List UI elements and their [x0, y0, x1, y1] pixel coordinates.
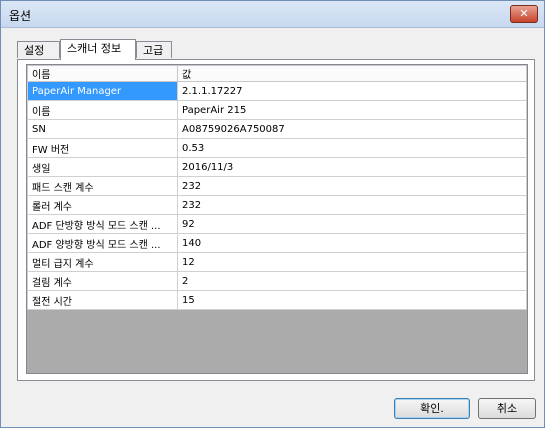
row-value-cell: 232 — [177, 176, 527, 196]
options-dialog: 옵션 ✕ 설정 스캐너 정보 고급 이름 값 PaperAir Manager 2… — [0, 0, 545, 428]
ok-button[interactable]: 확인. — [394, 398, 470, 419]
row-name-cell: 이름 — [27, 100, 178, 120]
cancel-button[interactable]: 취소 — [478, 398, 536, 419]
window-title: 옵션 — [9, 9, 32, 23]
table-row[interactable]: PaperAir Manager 2.1.1.17227 — [27, 81, 527, 101]
row-value-cell: 15 — [177, 290, 527, 310]
row-value-cell: 232 — [177, 195, 527, 215]
close-button[interactable]: ✕ — [510, 5, 538, 23]
table-row[interactable]: 이름 PaperAir 215 — [27, 100, 527, 120]
row-name-cell: 걸림 계수 — [27, 271, 178, 291]
table-row[interactable]: SN A08759026A750087 — [27, 119, 527, 139]
scanner-info-table[interactable]: 이름 값 PaperAir Manager 2.1.1.17227 이름 Paper… — [26, 64, 528, 374]
table-row[interactable]: 절전 시간 15 — [27, 290, 527, 310]
row-name-cell: 생일 — [27, 157, 178, 177]
table-row[interactable]: 롤러 계수 232 — [27, 195, 527, 215]
table-row[interactable]: 생일 2016/11/3 — [27, 157, 527, 177]
row-value-cell: 12 — [177, 252, 527, 272]
tab-scanner-info[interactable]: 스캐너 정보 — [60, 39, 136, 60]
tab-advanced[interactable]: 고급 — [136, 41, 172, 58]
table-row[interactable]: 패드 스캔 계수 232 — [27, 176, 527, 196]
column-header-name[interactable]: 이름 — [27, 65, 178, 82]
row-value-cell: 2016/11/3 — [177, 157, 527, 177]
row-name-cell: 롤러 계수 — [27, 195, 178, 215]
row-name-cell: 멀티 급지 계수 — [27, 252, 178, 272]
row-value-cell: 0.53 — [177, 138, 527, 158]
row-value-cell: A08759026A750087 — [177, 119, 527, 139]
row-name-cell: SN — [27, 119, 178, 139]
tab-panel-scanner-info: 이름 값 PaperAir Manager 2.1.1.17227 이름 Paper… — [17, 59, 535, 381]
close-icon: ✕ — [519, 7, 529, 20]
row-value-cell: 2 — [177, 271, 527, 291]
row-value-cell: 2.1.1.17227 — [177, 81, 527, 101]
row-name-cell: PaperAir Manager — [27, 81, 178, 101]
table-row[interactable]: ADF 단방향 방식 모드 스캔 ... 92 — [27, 214, 527, 234]
table-row[interactable]: 멀티 급지 계수 12 — [27, 252, 527, 272]
row-name-cell: 절전 시간 — [27, 290, 178, 310]
column-header-value[interactable]: 값 — [177, 65, 527, 82]
row-value-cell: 92 — [177, 214, 527, 234]
table-row[interactable]: FW 버전 0.53 — [27, 138, 527, 158]
table-row[interactable]: 걸림 계수 2 — [27, 271, 527, 291]
title-bar: 옵션 ✕ — [1, 1, 544, 28]
row-name-cell: ADF 양방향 방식 모드 스캔 ... — [27, 233, 178, 253]
row-name-cell: 패드 스캔 계수 — [27, 176, 178, 196]
table-row[interactable]: ADF 양방향 방식 모드 스캔 ... 140 — [27, 233, 527, 253]
row-value-cell: PaperAir 215 — [177, 100, 527, 120]
tab-settings[interactable]: 설정 — [17, 41, 60, 58]
row-name-cell: ADF 단방향 방식 모드 스캔 ... — [27, 214, 178, 234]
table-header-row: 이름 값 — [27, 65, 527, 82]
row-value-cell: 140 — [177, 233, 527, 253]
row-name-cell: FW 버전 — [27, 138, 178, 158]
